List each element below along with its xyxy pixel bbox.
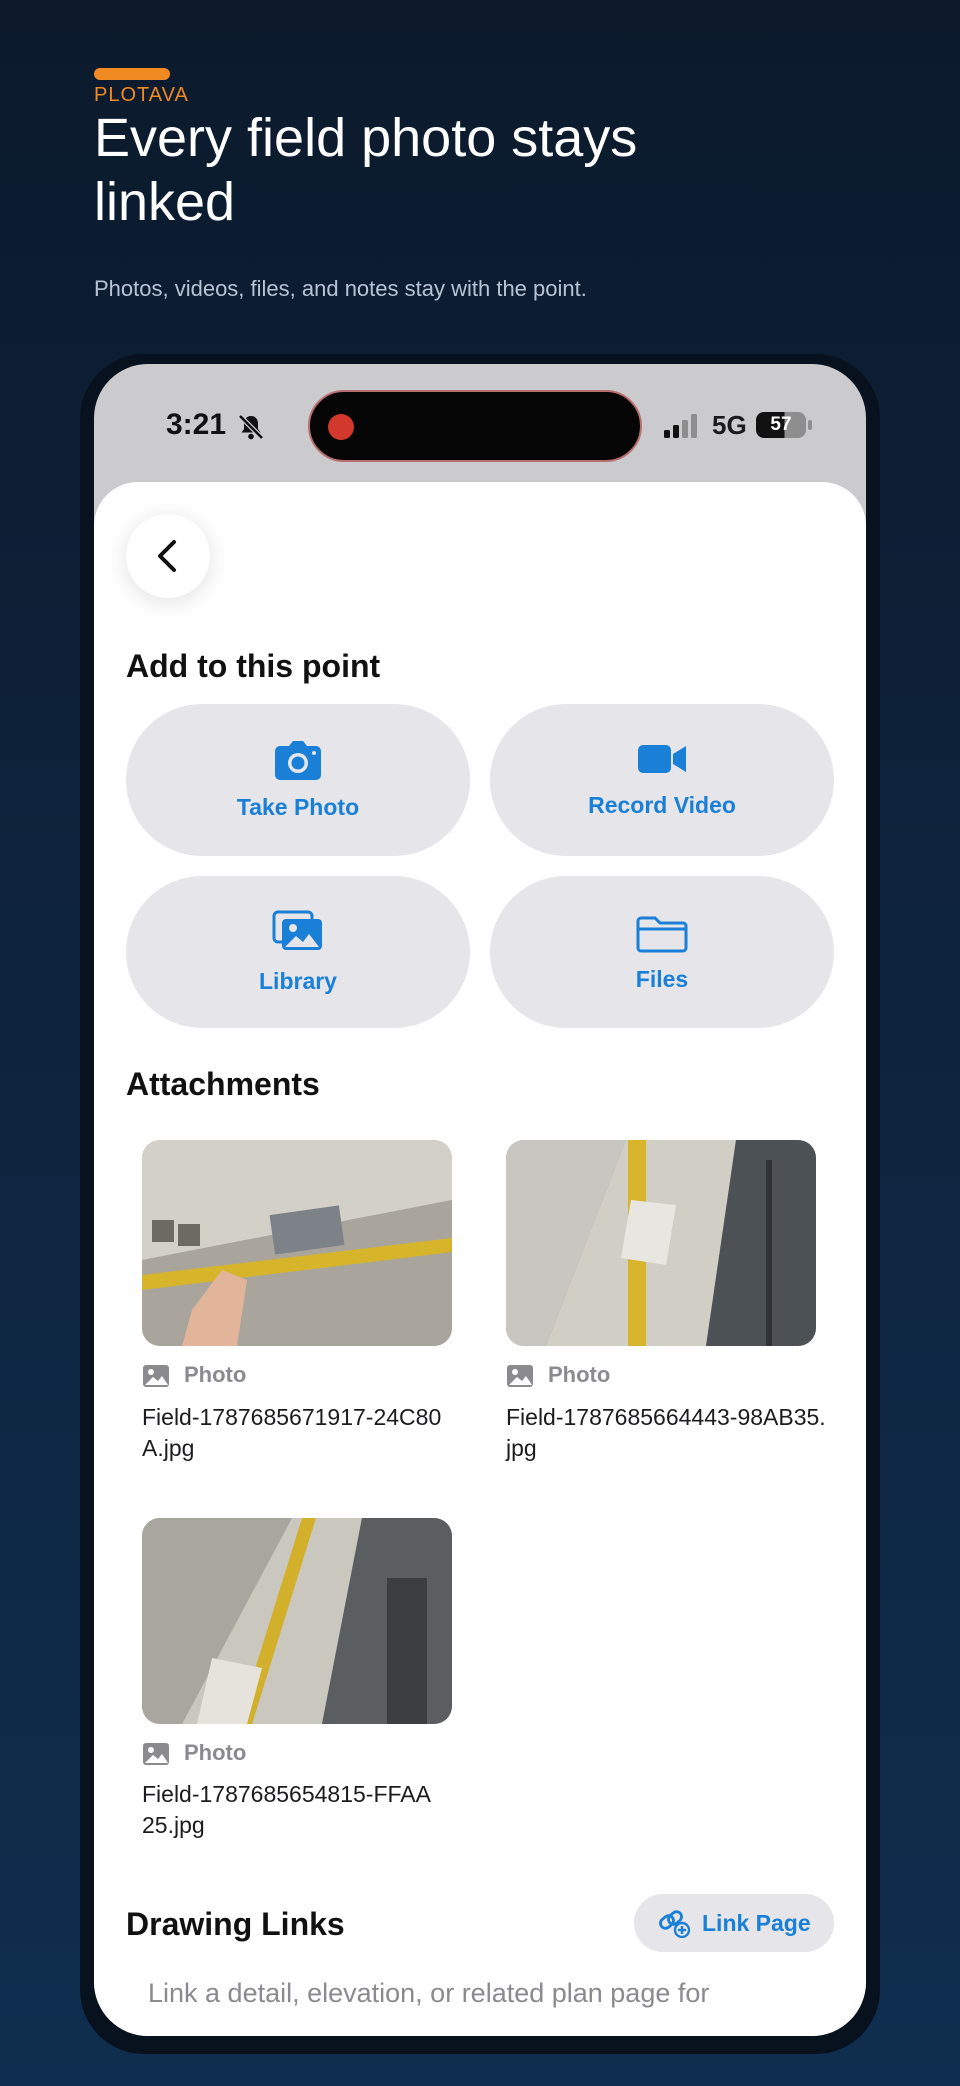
chevron-left-icon — [158, 540, 176, 572]
link-page-label: Link Page — [702, 1910, 811, 1936]
attachment-kind: Photo — [184, 1362, 247, 1387]
record-video-button[interactable]: Record Video — [490, 704, 834, 856]
attachments-sheet: Add to this point Take Photo Record Vide… — [94, 482, 866, 2036]
phone-screen: 3:21 5G 57 Add to this point Take Photo … — [94, 364, 866, 2036]
attachment-thumbnail[interactable] — [142, 1140, 452, 1346]
add-section-title: Add to this point — [126, 648, 381, 684]
status-time: 3:21 — [166, 408, 227, 441]
bell-slash-icon — [238, 414, 264, 440]
attachment-kind: Photo — [548, 1362, 611, 1387]
files-label: Files — [635, 966, 689, 992]
attachment-thumbnail[interactable] — [142, 1518, 452, 1724]
folder-icon — [636, 916, 688, 953]
photo-icon — [143, 1743, 169, 1765]
dynamic-island — [308, 390, 642, 462]
photo-icon — [143, 1365, 169, 1387]
brand-name: PLOTAVA — [94, 84, 189, 106]
drawing-links-title: Drawing Links — [126, 1906, 345, 1942]
take-photo-label: Take Photo — [236, 794, 360, 820]
attachment-filename: Field-1787685671917-24C80A.jpg — [142, 1404, 442, 1461]
link-plus-icon — [659, 1910, 690, 1938]
attachment-filename: Field-1787685654815-FFAA25.jpg — [142, 1781, 431, 1838]
attachment-thumbnail[interactable] — [506, 1140, 816, 1346]
promo-subhead: Photos, videos, files, and notes stay wi… — [94, 276, 587, 301]
photo-library-icon — [272, 910, 322, 950]
status-bar: 3:21 5G 57 — [94, 364, 866, 484]
attachment-kind: Photo — [184, 1740, 247, 1765]
attachments-section-title: Attachments — [126, 1066, 320, 1102]
files-button[interactable]: Files — [490, 876, 834, 1028]
take-photo-button[interactable]: Take Photo — [126, 704, 470, 856]
battery-icon: 57 — [756, 412, 806, 438]
video-camera-icon — [638, 745, 686, 773]
photo-icon — [507, 1365, 533, 1387]
cellular-signal-icon — [664, 414, 697, 438]
network-type: 5G — [712, 410, 747, 440]
link-page-button[interactable]: Link Page — [634, 1894, 834, 1952]
drawing-links-hint: Link a detail, elevation, or related pla… — [148, 1978, 710, 2008]
attachment-filename: Field-1787685664443-98AB35.jpg — [506, 1404, 826, 1461]
promo-headline: Every field photo stays linked — [94, 108, 638, 232]
library-label: Library — [259, 968, 337, 994]
recording-indicator — [328, 414, 354, 440]
brand-accent-bar — [94, 68, 170, 80]
record-video-label: Record Video — [588, 792, 736, 818]
back-button[interactable] — [126, 514, 210, 598]
camera-icon — [275, 741, 321, 780]
library-button[interactable]: Library — [126, 876, 470, 1028]
battery-nub — [808, 420, 812, 430]
